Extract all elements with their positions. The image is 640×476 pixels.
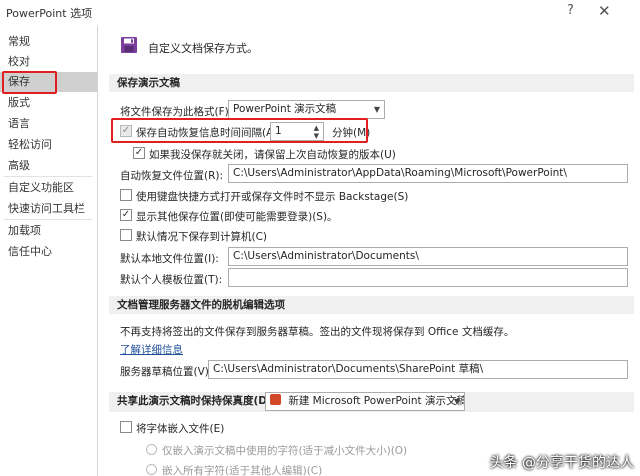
save-icon bbox=[121, 37, 137, 53]
sidebar-item-proofing[interactable]: 校对 bbox=[0, 52, 97, 72]
drafts-location-label: 服务器草稿位置(V): bbox=[120, 366, 213, 378]
save-highlight-box bbox=[2, 71, 57, 94]
autorecover-highlight-box bbox=[111, 118, 368, 143]
page-header-text: 自定义文档保存方式。 bbox=[148, 42, 258, 55]
section-offline-editing: 文档管理服务器文件的脱机编辑选项 bbox=[109, 296, 634, 314]
embed-fonts-label: 将字体嵌入文件(E) bbox=[136, 423, 225, 435]
no-backstage-label: 使用键盘快捷方式打开或保存文件时不显示 Backstage(S) bbox=[136, 191, 409, 203]
default-local-label: 默认本地文件位置(I): bbox=[120, 253, 219, 265]
main-panel: 自定义文档保存方式。 保存演示文稿 将文件保存为此格式(F): PowerPoi… bbox=[103, 26, 640, 476]
learn-more-link[interactable]: 了解详细信息 bbox=[120, 342, 183, 357]
no-backstage-checkbox[interactable] bbox=[120, 189, 132, 201]
sidebar-item-layout[interactable]: 版式 bbox=[0, 93, 97, 113]
drafts-location-field[interactable]: C:\Users\Administrator\Documents\SharePo… bbox=[208, 360, 628, 379]
keep-last-version-label: 如果我没保存就关闭，请保留上次自动恢复的版本(U) bbox=[149, 149, 396, 161]
personal-templates-field[interactable] bbox=[228, 268, 628, 287]
sidebar-item-general[interactable]: 常规 bbox=[0, 32, 97, 52]
show-locations-checkbox[interactable]: ✓ bbox=[120, 209, 132, 221]
sidebar-item-advanced[interactable]: 高级 bbox=[0, 156, 97, 176]
sidebar-item-addins[interactable]: 加载项 bbox=[0, 221, 97, 241]
default-local-field[interactable]: C:\Users\Administrator\Documents\ bbox=[228, 247, 628, 266]
format-label: 将文件保存为此格式(F): bbox=[120, 106, 233, 118]
keep-last-version-checkbox[interactable]: ✓ bbox=[133, 147, 145, 159]
close-button[interactable]: ✕ bbox=[598, 2, 611, 20]
embed-only-used-radio[interactable] bbox=[146, 444, 157, 455]
fidelity-label: 共享此演示文稿时保持保真度(D): bbox=[117, 395, 277, 407]
fidelity-presentation-dropdown[interactable]: 新建 Microsoft PowerPoint 演示文稿 ▼ bbox=[265, 392, 465, 411]
save-to-computer-label: 默认情况下保存到计算机(C) bbox=[136, 231, 268, 243]
offline-editing-note: 不再支持将签出的文件保存到服务器草稿。签出的文件现将保存到 Office 文档缓… bbox=[120, 326, 515, 338]
show-locations-label: 显示其他保存位置(即使可能需要登录)(S)。 bbox=[136, 211, 338, 223]
section-save-presentations: 保存演示文稿 bbox=[109, 74, 634, 92]
powerpoint-icon bbox=[270, 394, 281, 405]
format-dropdown-value: PowerPoint 演示文稿 bbox=[233, 103, 337, 115]
sidebar-item-quick-access[interactable]: 快速访问工具栏 bbox=[0, 199, 97, 219]
autorecover-location-field[interactable]: C:\Users\Administrator\AppData\Roaming\M… bbox=[228, 164, 628, 183]
personal-templates-label: 默认个人模板位置(T): bbox=[120, 274, 223, 286]
format-dropdown[interactable]: PowerPoint 演示文稿 ▼ bbox=[228, 100, 385, 119]
chevron-down-icon: ▼ bbox=[453, 397, 460, 406]
sidebar-item-customize-ribbon[interactable]: 自定义功能区 bbox=[0, 178, 97, 198]
sidebar-divider bbox=[4, 219, 92, 220]
help-button[interactable]: ? bbox=[567, 3, 574, 18]
title-bar: PowerPoint 选项 ? ✕ bbox=[0, 0, 640, 26]
sidebar-item-language[interactable]: 语言 bbox=[0, 114, 97, 134]
sidebar-item-accessibility[interactable]: 轻松访问 bbox=[0, 135, 97, 155]
chevron-down-icon: ▼ bbox=[373, 105, 380, 114]
embed-only-used-label: 仅嵌入演示文稿中使用的字符(适于减小文件大小)(O) bbox=[162, 445, 408, 457]
embed-all-radio[interactable] bbox=[146, 464, 157, 475]
window-title: PowerPoint 选项 bbox=[6, 7, 93, 20]
save-to-computer-checkbox[interactable] bbox=[120, 229, 132, 241]
fidelity-presentation-value: 新建 Microsoft PowerPoint 演示文稿 bbox=[288, 395, 465, 407]
autorecover-location-label: 自动恢复文件位置(R): bbox=[120, 170, 224, 182]
watermark-text: 头条 @分享干货的达人 bbox=[489, 455, 634, 471]
sidebar-item-trust-center[interactable]: 信任中心 bbox=[0, 242, 97, 262]
embed-all-label: 嵌入所有字符(适于其他人编辑)(C) bbox=[162, 465, 323, 476]
embed-fonts-checkbox[interactable] bbox=[120, 421, 132, 433]
sidebar-divider bbox=[4, 176, 92, 177]
